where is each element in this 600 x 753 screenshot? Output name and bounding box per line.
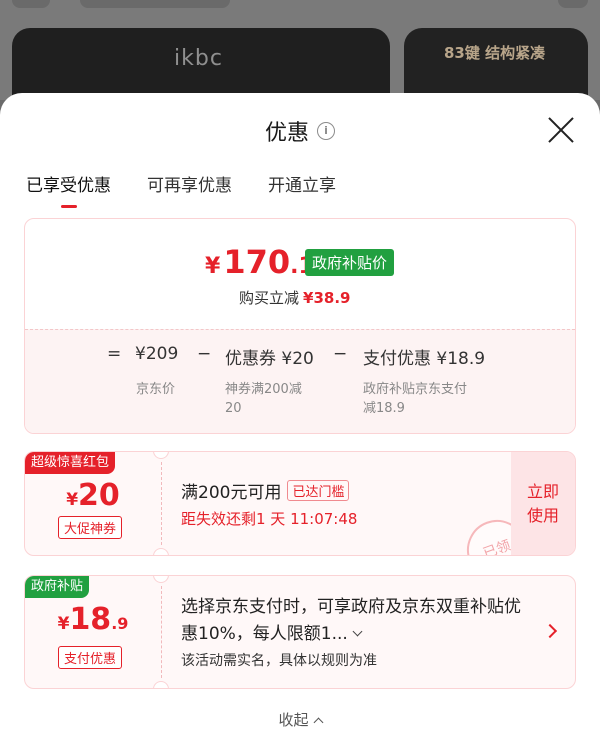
coupon-type-tag: 支付优惠 bbox=[58, 646, 123, 669]
payment-detail: 政府补贴京东支付 减18.9 bbox=[363, 380, 467, 418]
use-now-button[interactable]: 立即 使用 bbox=[511, 452, 575, 555]
coupon-value: 18 bbox=[69, 602, 112, 637]
final-price: ¥ 170 .1 bbox=[205, 243, 314, 281]
coupon-divider bbox=[161, 462, 162, 545]
price-formula-area: = ¥209 − 优惠券 ¥20 − 支付优惠 ¥18.9 京东价 神券满200… bbox=[25, 329, 575, 433]
minus-sign: − bbox=[197, 344, 212, 364]
tab-enjoyed-discounts[interactable]: 已享受优惠 bbox=[26, 171, 111, 208]
equals-sign: = bbox=[107, 344, 122, 364]
coupon-divider bbox=[161, 586, 162, 678]
discount-sheet: 优惠 i 已享受优惠 可再享优惠 开通立享 ¥ 170 .1 政府补贴价 购买立… bbox=[0, 93, 600, 753]
buy-reduce-value: ¥38.9 bbox=[303, 289, 351, 307]
tab-open-to-enjoy[interactable]: 开通立享 bbox=[268, 171, 336, 196]
background-pill bbox=[12, 0, 50, 8]
coupon-detail: 神券满200减 20 bbox=[225, 380, 302, 418]
final-price-integer: 170 bbox=[223, 243, 291, 281]
background-pill bbox=[80, 0, 230, 8]
collapse-label: 收起 bbox=[278, 711, 309, 729]
tab-bar: 已享受优惠 可再享优惠 开通立享 bbox=[26, 171, 336, 208]
coupon-value: 20 bbox=[78, 478, 120, 513]
coupon-amount: ¥18.9 bbox=[25, 602, 161, 637]
info-icon[interactable]: i bbox=[317, 122, 335, 140]
price-summary-card: ¥ 170 .1 政府补贴价 购买立减 ¥38.9 = ¥209 − 优惠券 ¥2… bbox=[24, 218, 576, 434]
sheet-title: 优惠 bbox=[264, 121, 309, 146]
close-icon[interactable] bbox=[546, 115, 576, 145]
currency-symbol: ¥ bbox=[57, 614, 70, 634]
buy-reduce-label: 购买立减 bbox=[239, 289, 300, 307]
price-formula: = ¥209 − 优惠券 ¥20 − 支付优惠 ¥18.9 bbox=[25, 344, 575, 374]
tab-more-discounts[interactable]: 可再享优惠 bbox=[147, 171, 232, 196]
coupon-detail-line: 神券满200减 bbox=[225, 382, 302, 397]
coupon-discount: 优惠券 ¥20 bbox=[225, 349, 314, 369]
final-price-area: ¥ 170 .1 政府补贴价 购买立减 ¥38.9 bbox=[25, 219, 575, 329]
coupon-condition: 满200元可用 已达门槛 bbox=[181, 478, 350, 503]
coupon-notch bbox=[153, 681, 169, 688]
payment-detail-line: 政府补贴京东支付 bbox=[363, 382, 468, 397]
collapse-button[interactable]: 收起 bbox=[0, 709, 600, 730]
payment-detail-line: 减18.9 bbox=[363, 401, 405, 416]
chevron-down-icon[interactable] bbox=[352, 626, 363, 637]
minus-sign: − bbox=[333, 344, 348, 364]
coupon-card-red-envelope: 超级惊喜红包 ¥20 大促神券 满200元可用 已达门槛 距失效还剩1 天 11… bbox=[24, 451, 576, 556]
coupon-expire-countdown: 距失效还剩1 天 11:07:48 bbox=[181, 510, 358, 528]
use-now-label: 使用 bbox=[526, 506, 559, 525]
payment-discount: 支付优惠 ¥18.9 bbox=[363, 349, 486, 369]
coupon-notch bbox=[153, 548, 169, 555]
sheet-header: 优惠 i bbox=[0, 115, 600, 147]
coupon-condition-text: 满200元可用 bbox=[181, 483, 282, 503]
chevron-up-icon bbox=[313, 717, 323, 728]
coupon-value-decimal: .9 bbox=[111, 614, 129, 633]
buy-reduce-line: 购买立减 ¥38.9 bbox=[239, 287, 350, 308]
brand-logo: ikbc bbox=[174, 46, 223, 71]
jd-price-label: 京东价 bbox=[136, 382, 176, 397]
coupon-type-tag: 大促神券 bbox=[58, 516, 123, 539]
subsidy-note: 该活动需实名，具体以规则为准 bbox=[181, 653, 377, 669]
coupon-detail-line: 20 bbox=[225, 401, 242, 416]
subsidy-description-text: 选择京东支付时，可享政府及京东双重补贴优惠10%，每人限额1... bbox=[181, 597, 521, 644]
currency-symbol: ¥ bbox=[205, 254, 221, 279]
chevron-right-icon[interactable] bbox=[542, 623, 558, 639]
use-now-label: 立即 bbox=[526, 482, 559, 501]
promo-text: 83键 结构紧凑 bbox=[444, 44, 546, 62]
coupon-amount: ¥20 bbox=[25, 478, 161, 513]
currency-symbol: ¥ bbox=[66, 490, 79, 510]
background-pill bbox=[558, 0, 588, 8]
coupon-card-gov-subsidy[interactable]: 政府补贴 ¥18.9 支付优惠 选择京东支付时，可享政府及京东双重补贴优惠10%… bbox=[24, 575, 576, 689]
subsidy-description: 选择京东支付时，可享政府及京东双重补贴优惠10%，每人限额1... bbox=[181, 594, 521, 648]
gov-subsidy-price-badge: 政府补贴价 bbox=[305, 249, 395, 276]
coupon-amount-area: ¥20 大促神券 bbox=[25, 452, 161, 555]
jd-price: ¥209 bbox=[135, 344, 179, 364]
threshold-reached-badge: 已达门槛 bbox=[287, 480, 350, 501]
coupon-amount-area: ¥18.9 支付优惠 bbox=[25, 576, 161, 688]
